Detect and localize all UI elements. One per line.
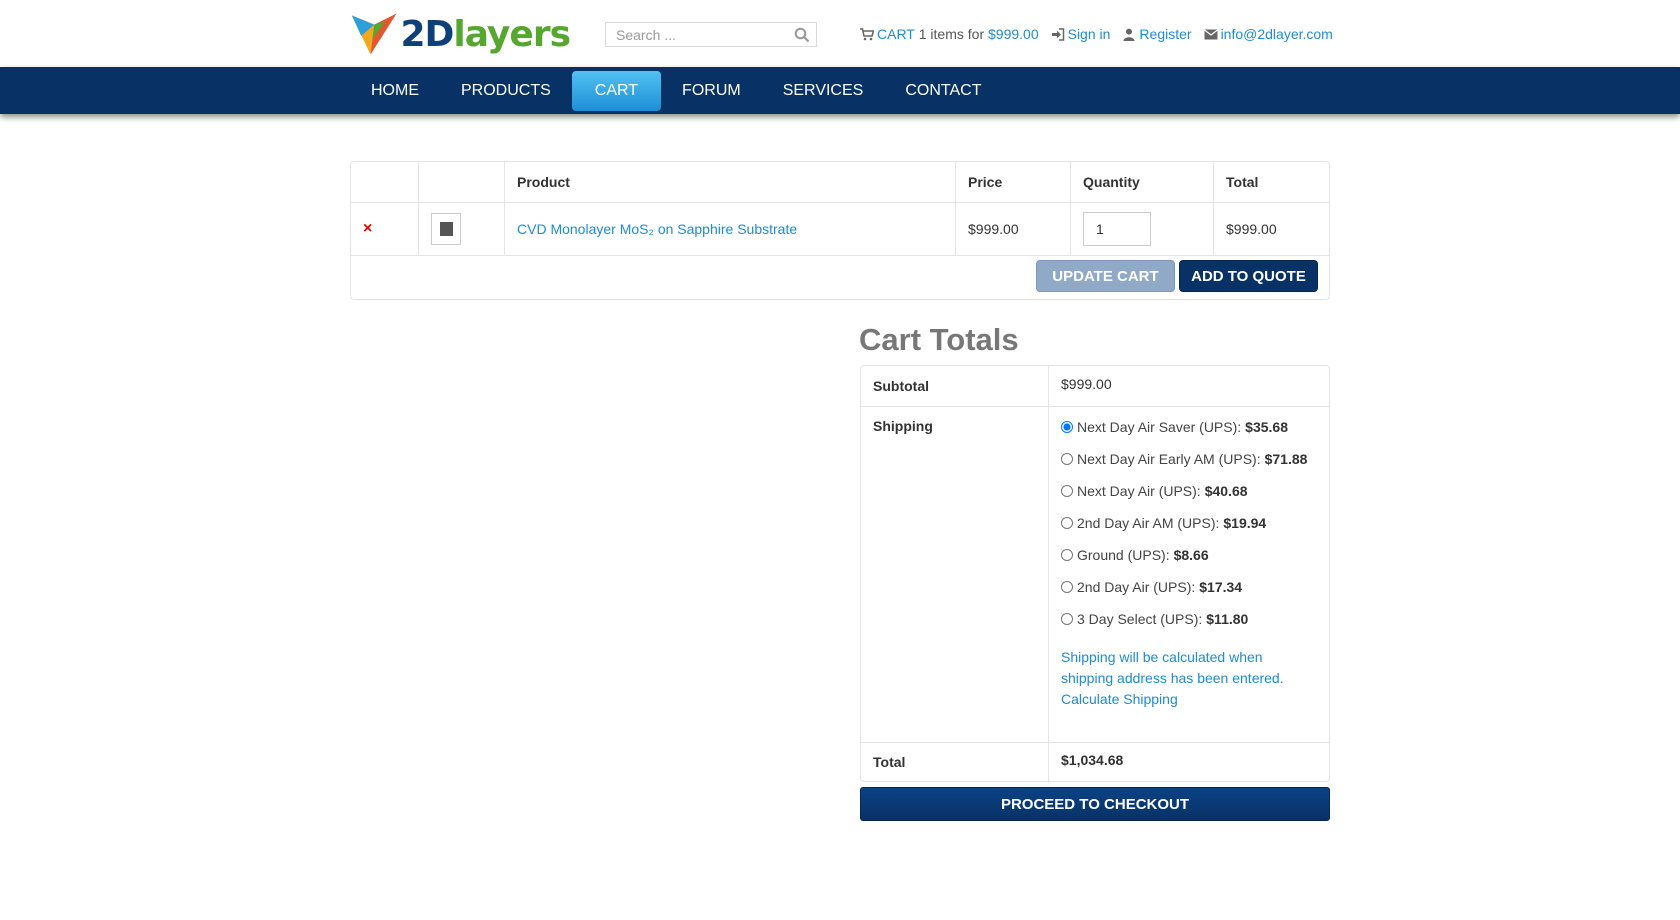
col-quantity: Quantity	[1071, 162, 1214, 202]
mini-cart[interactable]: CART 1 items for $999.00	[860, 26, 1039, 42]
cart-table: Product Price Quantity Total × CVD Monol…	[350, 161, 1330, 300]
mini-cart-label: CART	[877, 26, 915, 42]
email-label: info@2dlayer.com	[1220, 26, 1333, 42]
shipping-note-text: Shipping will be calculated when shippin…	[1061, 649, 1284, 686]
item-price: $999.00	[956, 202, 1071, 255]
search-icon[interactable]	[794, 27, 810, 43]
top-utility-nav: CART 1 items for $999.00 Sign in Registe…	[860, 24, 1345, 44]
logo-mark-icon	[351, 13, 397, 55]
col-remove	[351, 162, 419, 202]
shipping-note: Shipping will be calculated when shippin…	[1061, 647, 1291, 710]
nav-services[interactable]: SERVICES	[762, 67, 885, 114]
shipping-option[interactable]: 2nd Day Air (UPS): $17.34	[1061, 571, 1329, 603]
col-total: Total	[1226, 174, 1259, 190]
email-link[interactable]: info@2dlayer.com	[1203, 26, 1333, 42]
nav-home[interactable]: HOME	[350, 67, 440, 114]
item-total: $999.00	[1226, 220, 1277, 237]
shipping-radio[interactable]	[1061, 581, 1073, 593]
shipping-options: Next Day Air Saver (UPS): $35.68 Next Day…	[1049, 406, 1329, 742]
sign-in-icon	[1051, 27, 1064, 41]
shipping-option[interactable]: Ground (UPS): $8.66	[1061, 539, 1329, 571]
shipping-label: Shipping	[861, 406, 1049, 742]
search-input[interactable]	[606, 23, 806, 46]
remove-item-icon[interactable]: ×	[363, 220, 372, 238]
envelope-icon	[1203, 29, 1218, 39]
add-to-quote-button[interactable]: ADD TO QUOTE	[1179, 260, 1318, 292]
sign-in-label: Sign in	[1067, 26, 1111, 42]
mini-cart-count: 1 items for	[918, 26, 985, 42]
total-row: Total $1,034.68	[861, 742, 1329, 782]
logo-text: 2Dlayers	[400, 13, 571, 55]
mini-cart-amount: $999.00	[988, 26, 1039, 42]
shipping-option[interactable]: Next Day Air Saver (UPS): $35.68	[1061, 411, 1329, 443]
shipping-option[interactable]: Next Day Air Early AM (UPS): $71.88	[1061, 443, 1329, 475]
subtotal-value: $999.00	[1061, 376, 1112, 392]
shipping-option[interactable]: 2nd Day Air AM (UPS): $19.94	[1061, 507, 1329, 539]
calculate-shipping-link[interactable]: Calculate Shipping	[1061, 691, 1178, 707]
search-box	[605, 22, 817, 47]
site-header: 2Dlayers CART 1 items for $999.00 Sign i…	[0, 0, 1680, 67]
shipping-option[interactable]: Next Day Air (UPS): $40.68	[1061, 475, 1329, 507]
sign-in-link[interactable]: Sign in	[1051, 26, 1111, 42]
main-navbar: HOME PRODUCTS CART FORUM SERVICES CONTAC…	[0, 67, 1680, 114]
total-label: Total	[861, 742, 1049, 782]
cart-totals-title: Cart Totals	[859, 322, 1019, 357]
subtotal-label: Subtotal	[861, 366, 1049, 406]
update-cart-button[interactable]: UPDATE CART	[1036, 260, 1175, 292]
total-value: $1,034.68	[1061, 752, 1124, 768]
register-link[interactable]: Register	[1122, 26, 1192, 42]
register-label: Register	[1139, 26, 1192, 42]
cart-icon	[860, 27, 874, 40]
cart-table-header: Product Price Quantity Total	[351, 162, 1329, 203]
nav-forum[interactable]: FORUM	[661, 67, 762, 114]
shipping-radio[interactable]	[1061, 421, 1073, 433]
product-link[interactable]: CVD Monolayer MoS₂ on Sapphire Substrate	[517, 221, 797, 237]
shipping-radio[interactable]	[1061, 485, 1073, 497]
nav-contact[interactable]: CONTACT	[884, 67, 1002, 114]
col-price: Price	[956, 162, 1071, 202]
shipping-radio[interactable]	[1061, 453, 1073, 465]
col-thumbnail	[419, 162, 505, 202]
user-icon	[1123, 28, 1135, 41]
nav-cart[interactable]: CART	[571, 71, 662, 111]
shipping-row: Shipping Next Day Air Saver (UPS): $35.68…	[861, 406, 1329, 743]
table-row: × CVD Monolayer MoS₂ on Sapphire Substra…	[351, 202, 1329, 256]
site-logo[interactable]: 2Dlayers	[350, 10, 571, 58]
shipping-radio[interactable]	[1061, 549, 1073, 561]
shipping-radio[interactable]	[1061, 517, 1073, 529]
shipping-option[interactable]: 3 Day Select (UPS): $11.80	[1061, 603, 1329, 635]
cart-totals-table: Subtotal $999.00 Shipping Next Day Air S…	[860, 365, 1330, 782]
quantity-input[interactable]	[1083, 211, 1151, 246]
nav-products[interactable]: PRODUCTS	[440, 67, 572, 114]
col-product: Product	[505, 162, 956, 202]
proceed-to-checkout-button[interactable]: PROCEED TO CHECKOUT	[860, 787, 1330, 821]
shipping-radio[interactable]	[1061, 613, 1073, 625]
subtotal-row: Subtotal $999.00	[861, 366, 1329, 407]
product-thumbnail[interactable]	[431, 212, 461, 245]
